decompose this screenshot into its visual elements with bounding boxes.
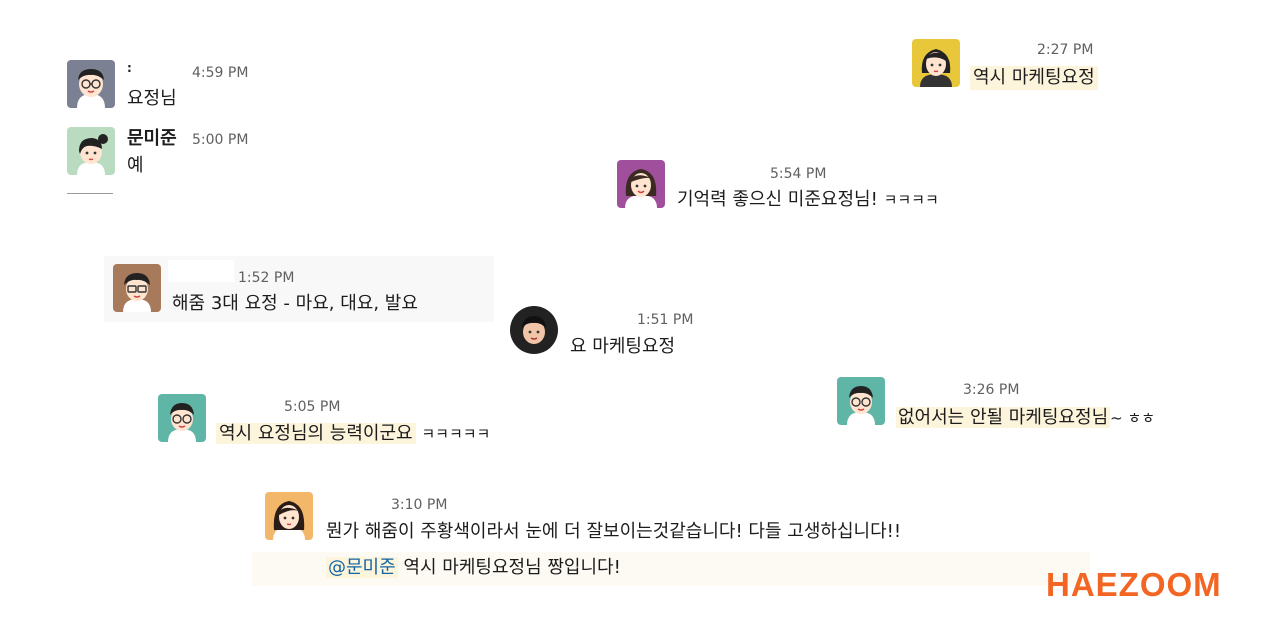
message-timestamp[interactable]: 1:52 PM [238,269,294,287]
message-text: 요 마케팅요정 [570,336,676,357]
message-text-main: 없어서는 안될 마케팅요정님 [896,407,1111,428]
message-timestamp[interactable]: 5:00 PM [192,131,248,149]
message-text: 뭔가 해줌이 주황색이라서 눈에 더 잘보이는것같습니다! 다들 고생하십니다!… [326,521,902,542]
message-text-main: 역시 마케팅요정님 짱입니다! [403,557,621,578]
message-timestamp[interactable]: 1:51 PM [637,311,693,329]
message-timestamp[interactable]: 3:10 PM [391,496,447,514]
message-text: 역시 요정님의 능력이군요 ㅋㅋㅋㅋㅋ [216,422,490,446]
message-7[interactable]: 5:05 PM 역시 요정님의 능력이군요 ㅋㅋㅋㅋㅋ [152,390,572,450]
woman-purple-avatar-icon[interactable] [617,160,665,208]
haezoom-logo: HAEZOOM [1046,566,1222,603]
man-black-round-avatar-icon[interactable] [510,306,558,354]
message-text-main: 역시 요정님의 능력이군요 [216,423,416,444]
message-text-suffix: ~ ㅎㅎ [1110,409,1156,427]
message-9-continuation[interactable]: @문미준 역시 마케팅요정님 짱입니다! [252,552,1090,586]
woman-orange-avatar-icon[interactable] [265,492,313,540]
message-5[interactable]: 1:52 PM 해줌 3대 요정 - 마요, 대요, 발요 [104,256,494,322]
message-timestamp[interactable]: 2:27 PM [1037,41,1093,59]
message-text: 요정님 [127,88,177,109]
sender-name[interactable]: 문미준 [127,129,177,149]
man-brown-avatar-icon[interactable] [113,264,161,312]
woman-yellow-avatar-icon[interactable] [912,39,960,87]
message-9[interactable]: 3:10 PM 뭔가 해줌이 주황색이라서 눈에 더 잘보이는것같습니다! 다들… [258,490,1058,550]
message-timestamp[interactable]: 5:54 PM [770,165,826,183]
message-timestamp[interactable]: 4:59 PM [192,64,248,82]
message-3[interactable]: 2:27 PM 역시 마케팅요정 [905,35,1135,95]
man-glasses-avatar-icon[interactable] [67,60,115,108]
message-text: 해줌 3대 요정 - 마요, 대요, 발요 [172,293,418,314]
separator-line [67,193,113,194]
redacted-name [168,260,234,282]
message-text: 없어서는 안될 마케팅요정님 ~ ㅎㅎ [896,406,1155,430]
user-mention-link[interactable]: @문미준 [326,557,398,578]
message-text-main: 기억력 좋으신 미준요정님! [677,189,878,210]
message-timestamp[interactable]: 3:26 PM [963,381,1019,399]
man-teal2-glasses-avatar-icon[interactable] [837,377,885,425]
message-1[interactable]: : 4:59 PM 요정님 [60,55,320,115]
message-text: 역시 마케팅요정 [970,66,1098,90]
message-text: 기억력 좋으신 미준요정님! ㅋㅋㅋㅋ [677,188,939,212]
message-text-line2: @문미준 역시 마케팅요정님 짱입니다! [326,556,621,580]
message-text: 예 [127,155,144,176]
woman-bun-avatar-icon[interactable] [67,127,115,175]
message-8[interactable]: 3:26 PM 없어서는 안될 마케팅요정님 ~ ㅎㅎ [832,373,1212,433]
message-text-suffix: ㅋㅋㅋㅋㅋ [421,425,491,443]
message-2[interactable]: 문미준 5:00 PM 예 [60,123,320,183]
message-text-suffix: ㅋㅋㅋㅋ [883,191,939,209]
sender-name[interactable]: : [127,58,132,78]
message-4[interactable]: 5:54 PM 기억력 좋으신 미준요정님! ㅋㅋㅋㅋ [612,155,1012,215]
message-timestamp[interactable]: 5:05 PM [284,398,340,416]
man-teal-glasses-avatar-icon[interactable] [158,394,206,442]
message-6[interactable]: 1:51 PM 요 마케팅요정 [505,303,835,363]
